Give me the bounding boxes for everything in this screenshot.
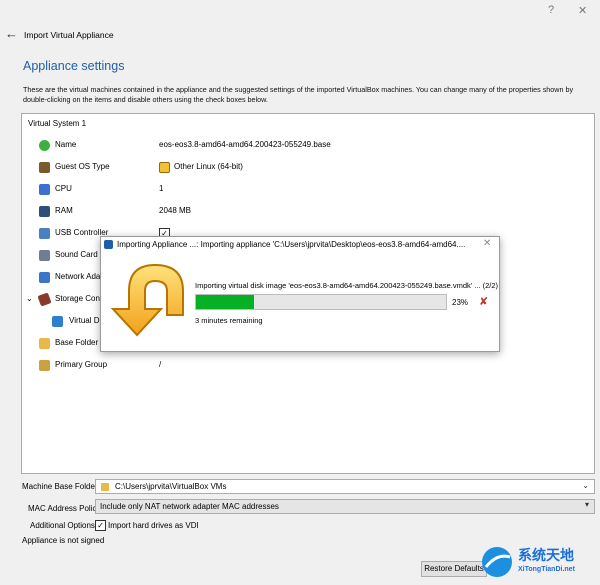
row-value[interactable]: / — [159, 360, 161, 369]
watermark-logo: 系统天地 XiTongTianDi.net — [478, 542, 598, 582]
progress-fill — [196, 295, 254, 309]
dropdown-arrow-icon[interactable]: ▾ — [585, 500, 589, 509]
folder-icon — [39, 338, 50, 349]
tree-row-guest-os[interactable]: Guest OS Type Other Linux (64-bit) — [22, 158, 594, 178]
row-label: Base Folder — [55, 338, 99, 347]
name-icon — [39, 140, 50, 151]
usb-icon — [39, 228, 50, 239]
tree-row-ram[interactable]: RAM 2048 MB — [22, 202, 594, 222]
import-vdi-label: Import hard drives as VDI — [108, 521, 199, 530]
virtual-disk-icon — [52, 316, 63, 327]
cpu-icon — [39, 184, 50, 195]
close-window-button[interactable]: ✕ — [578, 4, 587, 17]
group-icon — [39, 360, 50, 371]
ram-icon — [39, 206, 50, 217]
machine-base-folder-value: C:\Users\jprvita\VirtualBox VMs — [115, 482, 227, 491]
chevron-down-icon[interactable]: ⌄ — [26, 294, 33, 303]
row-label: Name — [55, 140, 77, 149]
os-type-icon — [39, 162, 50, 173]
watermark-url: XiTongTianDi.net — [518, 566, 575, 573]
import-vdi-checkbox[interactable]: ✓ — [95, 520, 106, 531]
signature-status: Appliance is not signed — [22, 536, 105, 545]
row-label: Virtual Di — [69, 316, 102, 325]
time-remaining: 3 minutes remaining — [195, 316, 263, 325]
row-label: Guest OS Type — [55, 162, 110, 171]
wizard-title: Import Virtual Appliance — [24, 30, 114, 40]
dialog-status-text: Importing virtual disk image 'eos-eos3.8… — [195, 281, 499, 290]
storage-controller-icon — [37, 292, 52, 307]
dialog-title: Importing Appliance ...: Importing appli… — [117, 240, 466, 249]
linux-os-icon — [159, 162, 170, 173]
row-value[interactable]: eos-eos3.8-amd64-amd64.200423-055249.bas… — [159, 140, 331, 149]
row-value[interactable]: 2048 MB — [159, 206, 191, 215]
back-arrow-icon[interactable]: ← — [5, 26, 18, 41]
row-label: Network Ada — [55, 272, 101, 281]
help-button[interactable]: ? — [548, 4, 554, 16]
row-value[interactable]: 1 — [159, 184, 163, 193]
page-description: These are the virtual machines contained… — [23, 85, 574, 104]
folder-icon — [101, 483, 109, 491]
import-arrow-icon — [110, 263, 184, 337]
watermark-title: 系统天地 — [518, 547, 574, 563]
tree-row-cpu[interactable]: CPU 1 — [22, 180, 594, 200]
tree-row-primary-group[interactable]: Primary Group / — [22, 356, 594, 376]
sound-card-icon — [39, 250, 50, 261]
progress-percent: 23% — [452, 298, 469, 307]
row-label: RAM — [55, 206, 73, 215]
row-label: Primary Group — [55, 360, 108, 369]
row-label: Sound Card — [55, 250, 98, 259]
mac-policy-select[interactable]: Include only NAT network adapter MAC add… — [95, 499, 595, 514]
machine-base-folder-combo[interactable]: C:\Users\jprvita\VirtualBox VMs ⌄ — [95, 479, 595, 494]
import-progress-dialog: Importing Appliance ...: Importing appli… — [100, 236, 500, 352]
mac-policy-value: Include only NAT network adapter MAC add… — [100, 502, 279, 511]
import-progress-bar — [195, 294, 447, 310]
additional-options-label: Additional Options: — [30, 521, 98, 530]
row-value[interactable]: Other Linux (64-bit) — [174, 162, 243, 171]
virtual-system-label: Virtual System 1 — [28, 119, 87, 128]
network-adapter-icon — [39, 272, 50, 283]
row-label: CPU — [55, 184, 72, 193]
mac-policy-label: MAC Address Policy: — [28, 504, 103, 513]
dialog-close-button[interactable]: ✕ — [483, 238, 491, 249]
machine-base-folder-label: Machine Base Folder: — [22, 482, 100, 491]
tree-row-name[interactable]: Name eos-eos3.8-amd64-amd64.200423-05524… — [22, 136, 594, 156]
chevron-down-icon[interactable]: ⌄ — [582, 481, 589, 490]
watermark-globe-icon — [482, 547, 512, 577]
page-heading: Appliance settings — [23, 59, 125, 73]
virtualbox-icon — [104, 240, 113, 249]
cancel-import-button[interactable]: ✘ — [479, 295, 488, 308]
row-label: Storage Contr — [55, 294, 105, 303]
